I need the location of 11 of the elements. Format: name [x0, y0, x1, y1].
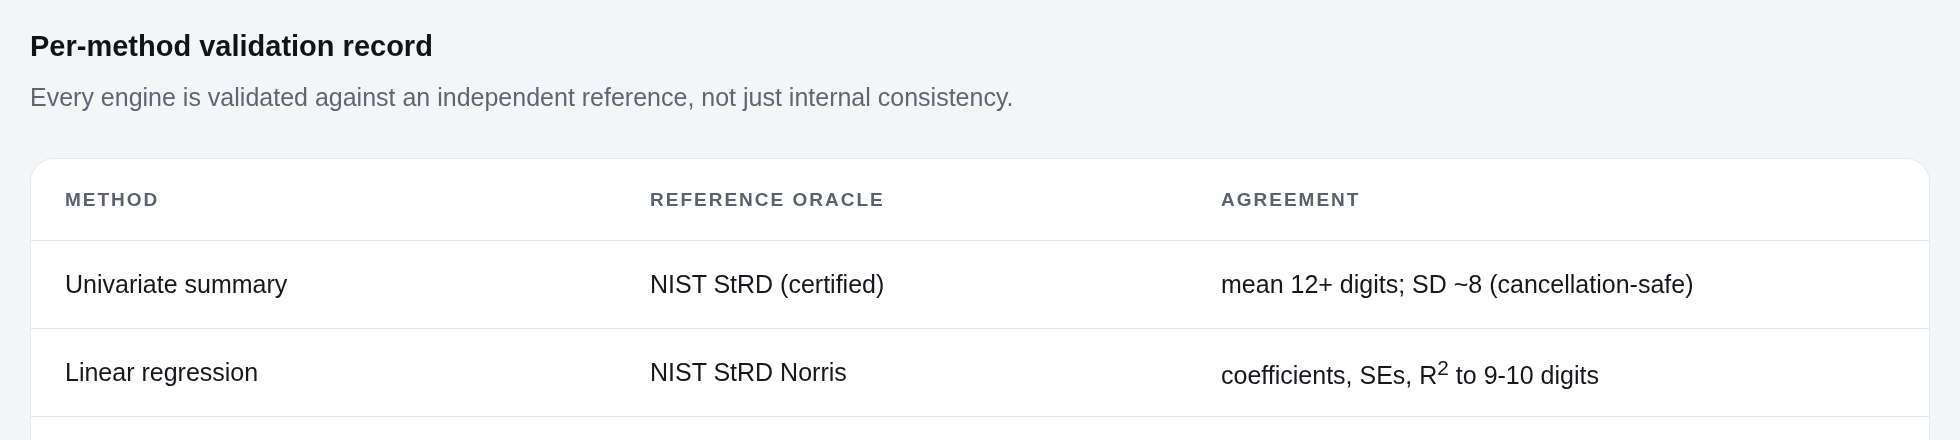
- table-cell: NIST StRD Norris: [650, 358, 847, 387]
- section-description: Every engine is validated against an independent reference, not just internal consistency.: [30, 82, 1015, 113]
- table-cell: coefficients, SEs, R$^{2}$ to 9-10 digits: [1221, 355, 1599, 390]
- column-header: AGREEMENT: [1221, 188, 1361, 211]
- column-header: METHOD: [65, 188, 160, 211]
- table-cell: Linear regression: [65, 358, 259, 387]
- table-cell: NIST StRD (certified): [650, 270, 885, 299]
- table-cell: Univariate summary: [65, 270, 288, 299]
- section-title: Per-method validation record: [30, 29, 434, 64]
- table-cell: mean 12+ digits; SD ~8 (cancellation-safe): [1221, 270, 1694, 299]
- column-header: REFERENCE ORACLE: [650, 188, 885, 211]
